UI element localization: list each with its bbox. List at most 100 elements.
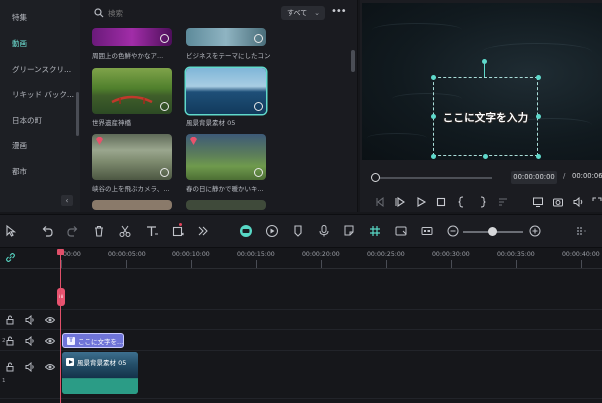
- download-icon[interactable]: [160, 168, 169, 177]
- download-icon[interactable]: [254, 168, 263, 177]
- sticker-icon[interactable]: [342, 224, 356, 238]
- resize-handle-bl[interactable]: [431, 154, 436, 159]
- sidebar-item-city[interactable]: 都市: [12, 166, 76, 177]
- download-icon[interactable]: [254, 34, 263, 43]
- media-thumbnail-7[interactable]: [186, 200, 266, 210]
- sidebar-item-featured[interactable]: 特集: [12, 12, 76, 23]
- download-icon[interactable]: [254, 102, 263, 111]
- filter-select[interactable]: すべて ⌄: [281, 6, 325, 20]
- title-clip-label: ここに文字を...: [78, 338, 124, 346]
- ruler-tick: [126, 260, 127, 268]
- prev-frame-icon[interactable]: [374, 196, 386, 208]
- speaker-icon[interactable]: [25, 314, 35, 326]
- split-preview-icon[interactable]: [497, 196, 509, 208]
- playhead-handle[interactable]: [57, 249, 64, 255]
- mark-in-icon[interactable]: [456, 196, 468, 208]
- sidebar-item-video[interactable]: 動画: [12, 38, 76, 49]
- eye-icon[interactable]: [44, 336, 56, 346]
- media-thumbnail-4[interactable]: [92, 134, 172, 180]
- crop-icon[interactable]: [171, 224, 185, 238]
- premium-gem-icon: [96, 137, 103, 145]
- ruler-label: 00:00: [63, 251, 81, 258]
- snapshot-icon[interactable]: [552, 196, 564, 208]
- select-tool-icon[interactable]: [4, 224, 18, 238]
- ruler-tick: [516, 260, 517, 268]
- resize-handle-br[interactable]: [536, 154, 541, 159]
- video-clip[interactable]: 風景背景素材 05: [62, 352, 138, 394]
- more-tools-icon[interactable]: [196, 224, 210, 238]
- download-icon[interactable]: [160, 34, 169, 43]
- timecode-current[interactable]: 00:00:00:00: [511, 171, 557, 184]
- media-thumbnail-2[interactable]: [92, 68, 172, 114]
- resize-handle-tr[interactable]: [536, 75, 541, 80]
- search-input[interactable]: [108, 7, 208, 20]
- sidebar-collapse-button[interactable]: ‹: [61, 195, 73, 206]
- snap-icon[interactable]: [368, 224, 382, 238]
- marker-icon[interactable]: [291, 224, 305, 238]
- sidebar-scrollbar[interactable]: [76, 92, 79, 136]
- lock-icon[interactable]: [5, 336, 15, 346]
- mic-icon[interactable]: [317, 224, 331, 238]
- undo-icon[interactable]: [40, 224, 54, 238]
- media-thumbnail-6[interactable]: [92, 200, 172, 210]
- cut-icon[interactable]: [118, 224, 132, 238]
- preview-overlay-text[interactable]: ここに文字を入力: [433, 110, 538, 125]
- redo-icon[interactable]: [66, 224, 80, 238]
- lock-icon[interactable]: [5, 315, 15, 325]
- media-thumbnail-0[interactable]: [92, 28, 172, 46]
- media-thumbnail-5[interactable]: [186, 134, 266, 180]
- more-options-button[interactable]: •••: [331, 6, 347, 20]
- speaker-icon[interactable]: [25, 335, 35, 347]
- filter-select-value: すべて: [287, 9, 308, 17]
- green-screen-icon[interactable]: [239, 224, 253, 238]
- fullscreen-icon[interactable]: [591, 196, 602, 208]
- speaker-icon[interactable]: [25, 361, 35, 373]
- link-icon[interactable]: [5, 252, 16, 263]
- layout-icon[interactable]: [574, 224, 588, 238]
- zoom-slider-knob[interactable]: [488, 227, 497, 236]
- timeline-ruler[interactable]: 00:00 00:00:05:00 00:00:10:00 00:00:15:0…: [0, 249, 602, 269]
- sidebar-item-green-screen[interactable]: グリーンスクリ...: [12, 64, 76, 75]
- resize-handle-b[interactable]: [483, 154, 488, 159]
- mark-out-icon[interactable]: [476, 196, 488, 208]
- playback-scrubber-knob[interactable]: [371, 173, 380, 182]
- render-icon[interactable]: [394, 224, 408, 238]
- crop-active-indicator: [179, 223, 182, 226]
- timeline-track-empty[interactable]: [0, 270, 602, 310]
- rotate-handle[interactable]: [482, 59, 487, 64]
- delete-icon[interactable]: [92, 224, 106, 238]
- play-slow-icon[interactable]: [394, 196, 406, 208]
- download-icon[interactable]: [160, 102, 169, 111]
- media-scrollbar[interactable]: [351, 50, 355, 72]
- volume-icon[interactable]: [572, 196, 584, 208]
- media-thumbnail-3[interactable]: [186, 68, 266, 114]
- zoom-out-icon[interactable]: [446, 224, 460, 238]
- resize-handle-tl[interactable]: [431, 75, 436, 80]
- sidebar-item-manga[interactable]: 漫画: [12, 140, 76, 151]
- zoom-in-icon[interactable]: [528, 224, 542, 238]
- stop-icon[interactable]: [435, 196, 447, 208]
- media-thumbnail-1[interactable]: [186, 28, 266, 46]
- preview-panel: ここに文字を入力 00:00:00:00 / 00:00:06: [360, 0, 602, 212]
- speed-icon[interactable]: [265, 224, 279, 238]
- play-icon[interactable]: [415, 196, 427, 208]
- lock-icon[interactable]: [5, 362, 15, 372]
- timeline-track-3[interactable]: [0, 310, 602, 330]
- ruler-label: 00:00:20:00: [302, 251, 340, 258]
- text-clip-icon: T: [67, 337, 75, 345]
- text-icon[interactable]: [145, 224, 159, 238]
- display-icon[interactable]: [532, 196, 544, 208]
- title-clip[interactable]: T ここに文字を...: [62, 333, 124, 348]
- preview-canvas[interactable]: ここに文字を入力: [362, 3, 602, 160]
- playhead[interactable]: [60, 249, 61, 403]
- ruler-tick: [451, 260, 452, 268]
- sidebar-item-liquid-background[interactable]: リキッド バック...: [12, 89, 76, 100]
- timeline-marker[interactable]: ≡: [57, 288, 65, 306]
- eye-icon[interactable]: [44, 362, 56, 372]
- media-item-label: 風景背景素材 05: [186, 119, 236, 127]
- track-number: 1: [2, 378, 6, 384]
- subtitle-icon[interactable]: [420, 224, 434, 238]
- sidebar-item-japanese-town[interactable]: 日本の町: [12, 115, 76, 126]
- playback-scrubber-track[interactable]: [374, 177, 492, 179]
- eye-icon[interactable]: [44, 315, 56, 325]
